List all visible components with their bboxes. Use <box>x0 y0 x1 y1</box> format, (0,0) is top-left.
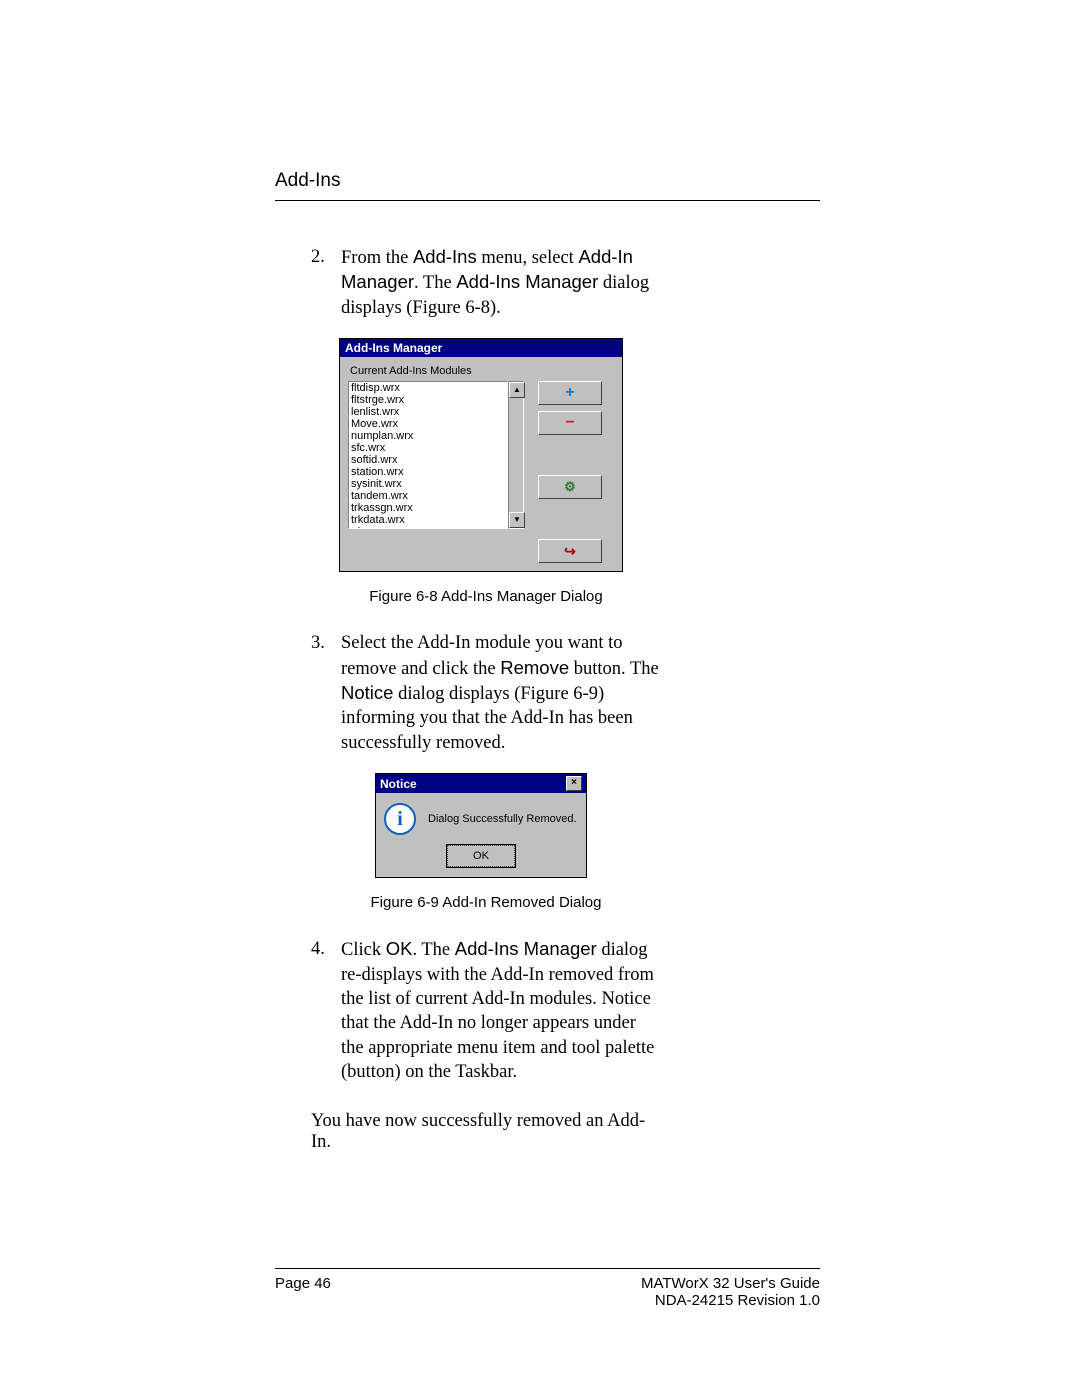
list-item[interactable]: trkdata.wrx <box>351 514 507 526</box>
text: button. The <box>569 659 659 679</box>
ok-button[interactable]: OK <box>447 845 515 867</box>
list-item[interactable]: trkassgn.wrx <box>351 502 507 514</box>
notice-message: Dialog Successfully Removed. <box>428 813 577 825</box>
text: From the <box>341 248 413 268</box>
info-icon: i <box>384 803 416 835</box>
dialog-body: i Dialog Successfully Removed. OK <box>376 793 586 877</box>
figure-6-8-caption: Figure 6-8 Add-Ins Manager Dialog <box>311 588 661 605</box>
step-text: From the Add-Ins menu, select Add-In Man… <box>341 245 661 320</box>
list-item[interactable]: fltdisp.wrx <box>351 382 507 394</box>
step-text: Select the Add-In module you want to rem… <box>341 631 661 755</box>
page-number: Page 46 <box>275 1275 331 1309</box>
document-page: Add-Ins 2. From the Add-Ins menu, select… <box>0 0 1080 1397</box>
exit-button[interactable]: ↪ <box>538 539 602 563</box>
addins-listbox[interactable]: fltdisp.wrx fltstrge.wrx lenlist.wrx Mov… <box>348 381 508 529</box>
step-3: 3. Select the Add-In module you want to … <box>311 631 661 755</box>
dialog-title-text: Notice <box>380 777 417 791</box>
close-button[interactable]: × <box>566 776 582 791</box>
list-item[interactable]: trkroute.wrx <box>351 526 507 529</box>
footer-rule <box>275 1268 820 1269</box>
list-item[interactable]: numplan.wrx <box>351 430 507 442</box>
figure-6-9-caption: Figure 6-9 Add-In Removed Dialog <box>311 894 661 911</box>
closing-text: You have now successfully removed an Add… <box>311 1111 661 1153</box>
addins-manager-dialog: Add-Ins Manager Current Add-Ins Modules … <box>339 338 623 572</box>
list-item[interactable]: softid.wrx <box>351 454 507 466</box>
revision: NDA-24215 Revision 1.0 <box>641 1292 820 1309</box>
minus-icon: − <box>565 414 574 432</box>
button-ref: Remove <box>500 657 569 678</box>
menu-ref: Add-Ins <box>413 246 477 267</box>
section-title: Add-Ins <box>275 170 820 192</box>
dialog-title-bar: Notice × <box>376 774 586 793</box>
add-button[interactable]: + <box>538 381 602 405</box>
text: menu, select <box>477 248 579 268</box>
list-item[interactable]: Move.wrx <box>351 418 507 430</box>
list-item[interactable]: sfc.wrx <box>351 442 507 454</box>
list-item[interactable]: fltstrge.wrx <box>351 394 507 406</box>
step-4: 4. Click OK. The Add-Ins Manager dialog … <box>311 937 661 1084</box>
remove-button[interactable]: − <box>538 411 602 435</box>
scroll-down-button[interactable]: ▼ <box>509 512 525 528</box>
dialog-title-bar: Add-Ins Manager <box>340 339 622 357</box>
text: . The <box>414 273 456 293</box>
section-rule <box>275 200 820 201</box>
gear-icon: ⚙ <box>564 479 576 495</box>
configure-button[interactable]: ⚙ <box>538 475 602 499</box>
list-item[interactable]: sysinit.wrx <box>351 478 507 490</box>
notice-dialog: Notice × i Dialog Successfully Removed. … <box>375 773 587 878</box>
listbox-label: Current Add-Ins Modules <box>350 365 614 377</box>
button-ref: OK <box>386 938 413 959</box>
guide-title: MATWorX 32 User's Guide <box>641 1275 820 1292</box>
list-item[interactable]: lenlist.wrx <box>351 406 507 418</box>
dialog-ref: Add-Ins Manager <box>456 271 598 292</box>
text: dialog re-displays with the Add-In remov… <box>341 940 654 1082</box>
step-number: 2. <box>311 245 341 320</box>
step-number: 3. <box>311 631 341 755</box>
step-text: Click OK. The Add-Ins Manager dialog re-… <box>341 937 661 1084</box>
content-area: Add-Ins 2. From the Add-Ins menu, select… <box>275 170 820 1153</box>
scroll-up-button[interactable]: ▲ <box>509 382 525 398</box>
dialog-ref: Notice <box>341 682 393 703</box>
exit-icon: ↪ <box>564 543 576 560</box>
text: . The <box>412 940 454 960</box>
step-2: 2. From the Add-Ins menu, select Add-In … <box>311 245 661 320</box>
page-footer: Page 46 MATWorX 32 User's Guide NDA-2421… <box>275 1268 820 1309</box>
text: Click <box>341 940 386 960</box>
dialog-ref: Add-Ins Manager <box>455 938 597 959</box>
step-number: 4. <box>311 937 341 1084</box>
dialog-button-column: + − ⚙ ↪ <box>538 381 602 563</box>
list-item[interactable]: station.wrx <box>351 466 507 478</box>
dialog-body: Current Add-Ins Modules fltdisp.wrx flts… <box>340 357 622 571</box>
list-item[interactable]: tandem.wrx <box>351 490 507 502</box>
listbox-scrollbar[interactable]: ▲ ▼ <box>508 381 524 529</box>
plus-icon: + <box>565 384 574 402</box>
